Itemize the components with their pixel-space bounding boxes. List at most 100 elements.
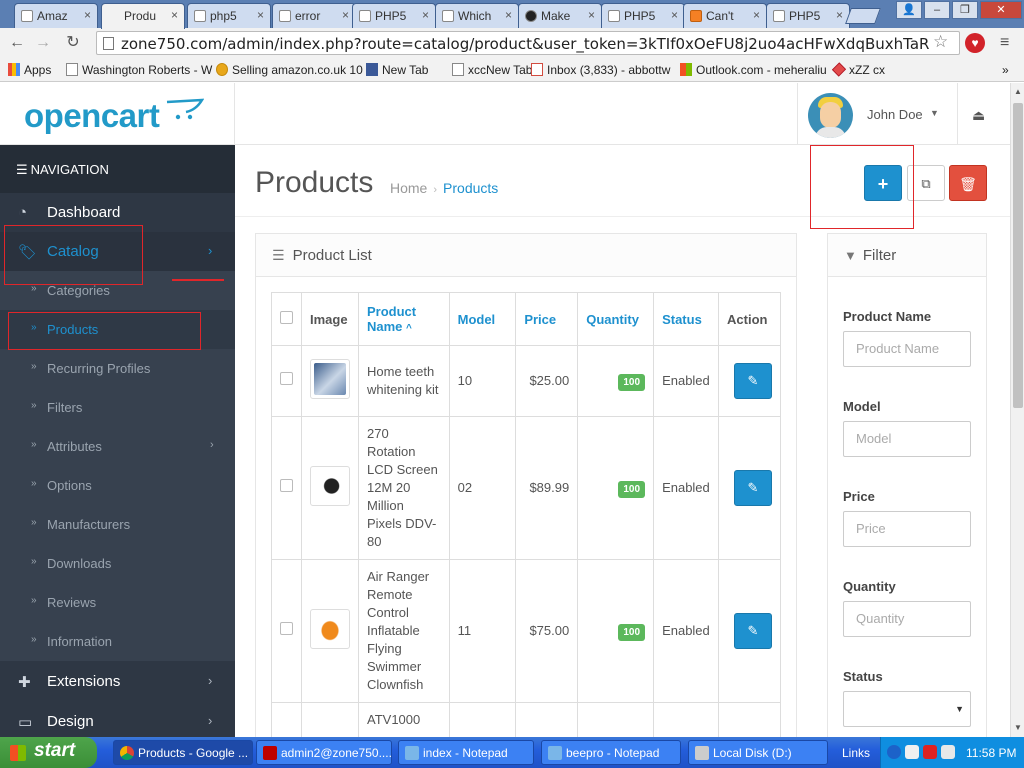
new-tab-button[interactable] — [845, 8, 881, 24]
close-tab-icon[interactable]: × — [84, 8, 91, 22]
column-header-price[interactable]: Price — [515, 292, 579, 346]
logout-icon[interactable]: ⏏ — [972, 107, 985, 124]
browser-tab-active[interactable]: Produ × — [101, 3, 185, 29]
speaker-icon[interactable] — [905, 745, 919, 759]
column-header-product-name[interactable]: Product Name ^ — [358, 292, 450, 346]
sidebar-sub-attributes[interactable]: » Attributes › — [0, 427, 235, 466]
edit-pencil-icon[interactable]: ✎ — [734, 613, 772, 649]
reload-icon[interactable]: ↻ — [62, 33, 84, 53]
user-name[interactable]: John Doe — [867, 107, 923, 122]
browser-tab[interactable]: Which × — [435, 3, 519, 28]
navigation-header[interactable]: ☰ NAVIGATION — [0, 145, 235, 193]
extension-heart-icon[interactable]: ♥ — [965, 33, 985, 53]
taskbar-item-chrome[interactable]: Products - Google ... — [113, 740, 253, 765]
close-tab-icon[interactable]: × — [422, 8, 429, 22]
bookmark-star-icon[interactable]: ☆ — [933, 32, 948, 52]
bookmarks-overflow-icon[interactable]: » — [1002, 63, 1009, 77]
taskbar-item-local-disk[interactable]: Local Disk (D:) — [688, 740, 828, 765]
scroll-down-icon[interactable]: ▼ — [1014, 723, 1022, 732]
close-window-icon[interactable]: ✕ — [980, 1, 1022, 19]
close-tab-icon[interactable]: × — [588, 8, 595, 22]
browser-menu-icon[interactable]: ≡ — [1000, 34, 1009, 52]
bookmark-item[interactable]: Washington Roberts - W — [66, 63, 212, 77]
scrollbar-thumb[interactable] — [1013, 103, 1023, 408]
close-tab-icon[interactable]: × — [342, 8, 349, 22]
close-tab-icon[interactable]: × — [836, 8, 843, 22]
back-icon[interactable]: ← — [6, 33, 28, 53]
browser-tab[interactable]: php5 × — [187, 3, 271, 28]
close-tab-icon[interactable]: × — [505, 8, 512, 22]
minimize-icon[interactable]: – — [924, 1, 950, 19]
close-tab-icon[interactable]: × — [671, 8, 678, 22]
taskbar-item-filezilla[interactable]: admin2@zone750.... — [256, 740, 392, 765]
breadcrumb-home[interactable]: Home — [390, 180, 427, 196]
taskbar-item-notepad-index[interactable]: index - Notepad — [398, 740, 534, 765]
model-filter-input[interactable]: Model — [843, 421, 971, 457]
sidebar-sub-filters[interactable]: » Filters — [0, 388, 235, 427]
browser-tab[interactable]: PHP5 × — [601, 3, 685, 28]
select-all-checkbox[interactable] — [271, 292, 302, 346]
close-tab-icon[interactable]: × — [753, 8, 760, 22]
browser-tab[interactable]: Can't × — [683, 3, 767, 28]
bookmark-item[interactable]: Outlook.com - meheraliu — [680, 63, 827, 77]
browser-tab[interactable]: error × — [272, 3, 356, 28]
bookmark-item[interactable]: New Tab — [366, 63, 428, 77]
tray-app-icon[interactable] — [941, 745, 955, 759]
close-tab-icon[interactable]: × — [257, 8, 264, 22]
row-checkbox[interactable] — [271, 345, 302, 417]
sidebar-item-design[interactable]: ▭ Design › — [0, 702, 235, 741]
scroll-up-icon[interactable]: ▲ — [1014, 87, 1022, 96]
breadcrumb-products[interactable]: Products — [443, 180, 498, 196]
add-new-button[interactable]: + — [864, 165, 902, 201]
sidebar-sub-products[interactable]: » Products — [0, 310, 235, 349]
column-header-quantity[interactable]: Quantity — [577, 292, 655, 346]
column-header-model[interactable]: Model — [448, 292, 517, 346]
row-checkbox[interactable] — [271, 416, 302, 560]
edit-pencil-icon[interactable]: ✎ — [734, 470, 772, 506]
copy-button[interactable]: ⧉ — [907, 165, 945, 201]
delete-button[interactable]: 🗑 — [949, 165, 987, 201]
taskbar-item-notepad-beepro[interactable]: beepro - Notepad — [541, 740, 681, 765]
network-icon[interactable] — [887, 745, 901, 759]
bookmark-item[interactable]: xccNew Tab — [452, 63, 532, 77]
taskbar-clock[interactable]: 11:58 PM — [966, 746, 1016, 760]
sidebar-sub-options[interactable]: » Options — [0, 466, 235, 505]
row-checkbox[interactable] — [271, 702, 302, 737]
avatar[interactable] — [808, 93, 853, 138]
browser-tab[interactable]: Make × — [518, 3, 602, 28]
browser-tab[interactable]: Amaz × — [14, 3, 98, 28]
antivirus-icon[interactable] — [923, 745, 937, 759]
row-checkbox[interactable] — [271, 559, 302, 703]
sidebar-item-dashboard[interactable]: ◔ Dashboard — [0, 193, 235, 232]
bookmark-item[interactable]: xZZ cx — [831, 62, 885, 77]
sidebar-sub-recurring-profiles[interactable]: » Recurring Profiles — [0, 349, 235, 388]
page-scrollbar[interactable]: ▲ ▼ — [1010, 83, 1024, 737]
bookmark-item[interactable]: Selling amazon.co.uk 10 — [216, 63, 363, 77]
browser-tab[interactable]: PHP5 × — [766, 3, 850, 28]
sidebar-sub-reviews[interactable]: » Reviews — [0, 583, 235, 622]
links-toolbar[interactable]: Links — [842, 746, 870, 760]
product-name-filter-input[interactable]: Product Name — [843, 331, 971, 367]
sidebar-sub-downloads[interactable]: » Downloads — [0, 544, 235, 583]
caret-down-icon[interactable]: ▼ — [930, 108, 939, 118]
url-input[interactable]: zone750.com/admin/index.php?route=catalo… — [96, 31, 960, 55]
bookmark-item[interactable]: Inbox (3,833) - abbottw — [531, 63, 670, 77]
forward-icon[interactable]: → — [32, 33, 54, 53]
quantity-filter-input[interactable]: Quantity — [843, 601, 971, 637]
close-tab-icon[interactable]: × — [171, 8, 178, 22]
edit-pencil-icon[interactable]: ✎ — [734, 363, 772, 399]
start-button[interactable]: start — [0, 737, 97, 768]
profile-icon[interactable]: 👤 — [896, 1, 922, 19]
browser-tab[interactable]: PHP5 × — [352, 3, 436, 28]
sidebar-item-catalog[interactable]: 🏷 Catalog › — [0, 232, 235, 271]
price-filter-input[interactable]: Price — [843, 511, 971, 547]
opencart-logo[interactable]: opencart — [24, 97, 160, 135]
restore-icon[interactable]: ❐ — [952, 1, 978, 19]
sidebar-sub-information[interactable]: » Information — [0, 622, 235, 661]
sidebar-item-extensions[interactable]: ✚ Extensions › — [0, 662, 235, 701]
sidebar-sub-categories[interactable]: » Categories — [0, 271, 235, 310]
sidebar-sub-manufacturers[interactable]: » Manufacturers — [0, 505, 235, 544]
status-filter-select[interactable]: ▼ — [843, 691, 971, 727]
bookmark-apps[interactable]: Apps — [8, 63, 51, 77]
column-header-status[interactable]: Status — [653, 292, 720, 346]
